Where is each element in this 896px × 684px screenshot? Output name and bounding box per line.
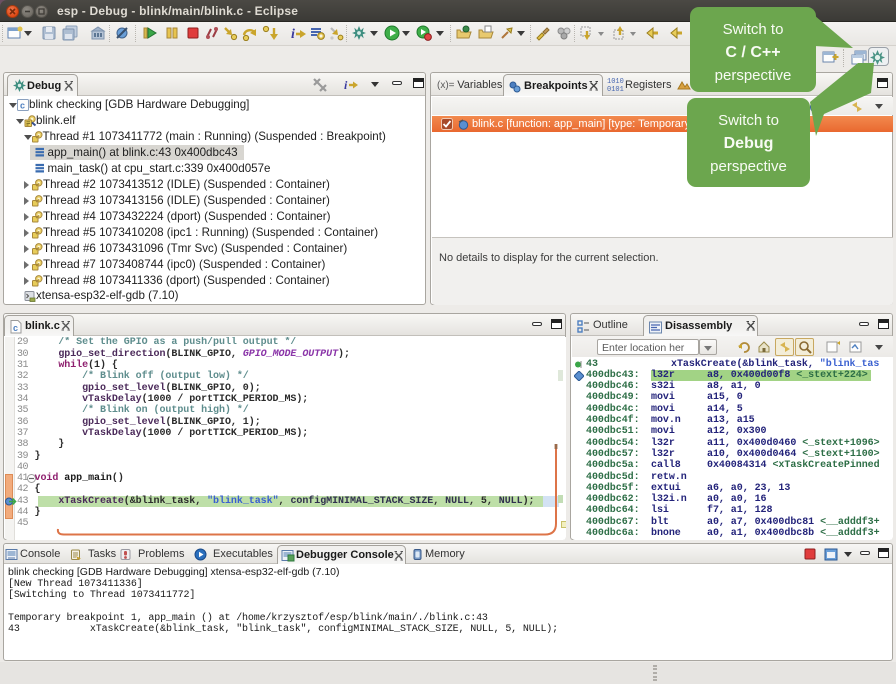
svg-text:c: c xyxy=(20,100,25,110)
svg-text:i: i xyxy=(291,27,295,41)
svg-text:i: i xyxy=(344,78,348,92)
svg-text:c: c xyxy=(13,323,18,333)
